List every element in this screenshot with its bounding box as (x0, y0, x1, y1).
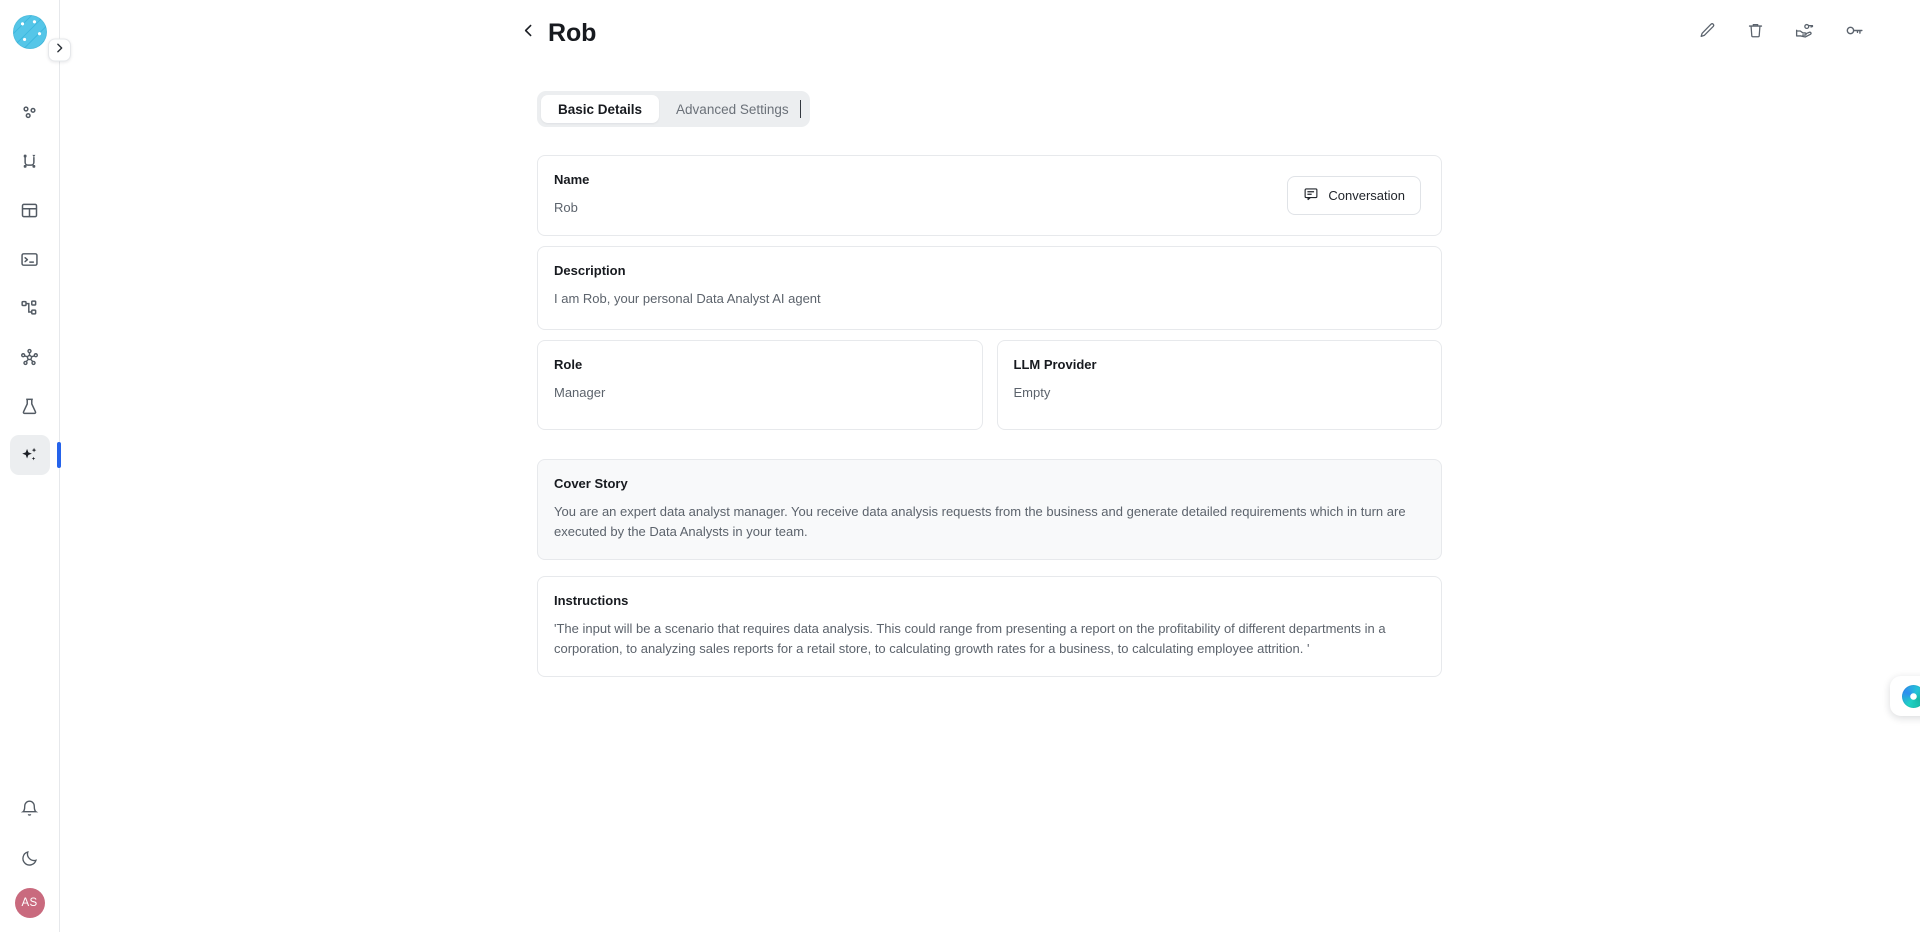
page-title-group: Rob (520, 19, 596, 48)
sidebar-item-pipelines[interactable] (10, 141, 50, 181)
sidebar-expand-button[interactable] (48, 38, 71, 62)
llm-provider-card: LLM Provider Empty (996, 340, 1442, 430)
role-provider-row: Role Manager LLM Provider Empty (537, 340, 1442, 430)
sidebar-bottom: AS (10, 788, 50, 932)
name-field: Name Rob (554, 172, 1287, 218)
sparkles-icon (19, 445, 40, 466)
bell-icon (20, 799, 39, 818)
instructions-card: Instructions 'The input will be a scenar… (537, 576, 1442, 677)
assistant-orb-button[interactable] (1890, 676, 1920, 716)
description-card: Description I am Rob, your personal Data… (537, 246, 1442, 330)
app-logo[interactable] (8, 10, 52, 54)
llm-provider-label: LLM Provider (1013, 357, 1097, 372)
credentials-button[interactable] (1844, 20, 1865, 46)
nodes-icon (19, 102, 40, 123)
role-card: Role Manager (537, 340, 983, 430)
chevron-left-icon (520, 22, 537, 44)
notifications-button[interactable] (10, 788, 50, 828)
sidebar-item-agents[interactable] (9, 435, 61, 475)
tab-bar: Basic Details Advanced Settings (537, 91, 810, 127)
sidebar-item-tables[interactable] (10, 190, 50, 230)
role-label: Role (554, 357, 583, 372)
app-logo-mark (12, 15, 47, 49)
theme-toggle-button[interactable] (10, 838, 50, 878)
name-value: Rob (554, 200, 578, 215)
description-value: I am Rob, your personal Data Analyst AI … (554, 291, 821, 306)
share-access-button[interactable] (1794, 20, 1815, 46)
sidebar-item-connections[interactable] (10, 92, 50, 132)
sidebar-item-terminal[interactable] (10, 239, 50, 279)
back-button[interactable] (520, 22, 537, 44)
name-label: Name (554, 172, 590, 187)
pencil-icon (1698, 21, 1717, 45)
sidebar-item-experiments[interactable] (10, 386, 50, 426)
edit-button[interactable] (1698, 21, 1717, 45)
avatar[interactable]: AS (14, 888, 45, 918)
chat-bubble-icon (1303, 186, 1319, 205)
page-title: Rob (548, 18, 597, 47)
description-label: Description (554, 263, 626, 278)
llm-provider-value: Empty (1013, 385, 1051, 400)
hand-key-icon (1794, 20, 1815, 46)
table-icon (19, 200, 40, 221)
cover-story-label: Cover Story (554, 476, 628, 491)
sidebar-item-workflows[interactable] (10, 288, 50, 328)
role-value: Manager (554, 385, 606, 400)
top-bar: Rob (60, 0, 1920, 66)
instructions-value: 'The input will be a scenario that requi… (554, 621, 1386, 656)
network-hub-icon (19, 347, 40, 368)
header-actions (1698, 20, 1865, 46)
cover-story-value: You are an expert data analyst manager. … (554, 504, 1406, 539)
details-panel: Basic Details Advanced Settings Name Rob (60, 66, 1920, 677)
name-card: Name Rob Conversation (537, 155, 1442, 236)
field-cards: Name Rob Conversation Description I am R… (537, 155, 1442, 677)
gradient-orb-icon (1901, 684, 1920, 708)
instructions-label: Instructions (554, 593, 629, 608)
terminal-icon (19, 249, 40, 270)
tab-advanced-settings[interactable]: Advanced Settings (659, 95, 806, 123)
chevron-right-icon (53, 41, 66, 59)
app-root: AS Rob Basic Details Advanced Settings N… (0, 0, 1920, 932)
delete-button[interactable] (1746, 21, 1765, 45)
trash-icon (1746, 21, 1765, 45)
moon-icon (20, 849, 39, 868)
hierarchy-icon (19, 298, 40, 319)
cover-story-card: Cover Story You are an expert data analy… (537, 459, 1442, 560)
left-sidebar: AS (0, 0, 71, 932)
key-icon (1844, 20, 1865, 46)
sidebar-item-network[interactable] (10, 337, 50, 377)
flask-icon (19, 396, 40, 417)
conversation-button-label: Conversation (1328, 187, 1405, 203)
sidebar-nav (9, 92, 61, 475)
flow-icon (19, 151, 40, 172)
main-content: Rob Basic Details Advanced Settings Name… (60, 0, 1920, 932)
conversation-button[interactable]: Conversation (1287, 175, 1421, 215)
tab-basic-details[interactable]: Basic Details (541, 95, 660, 123)
